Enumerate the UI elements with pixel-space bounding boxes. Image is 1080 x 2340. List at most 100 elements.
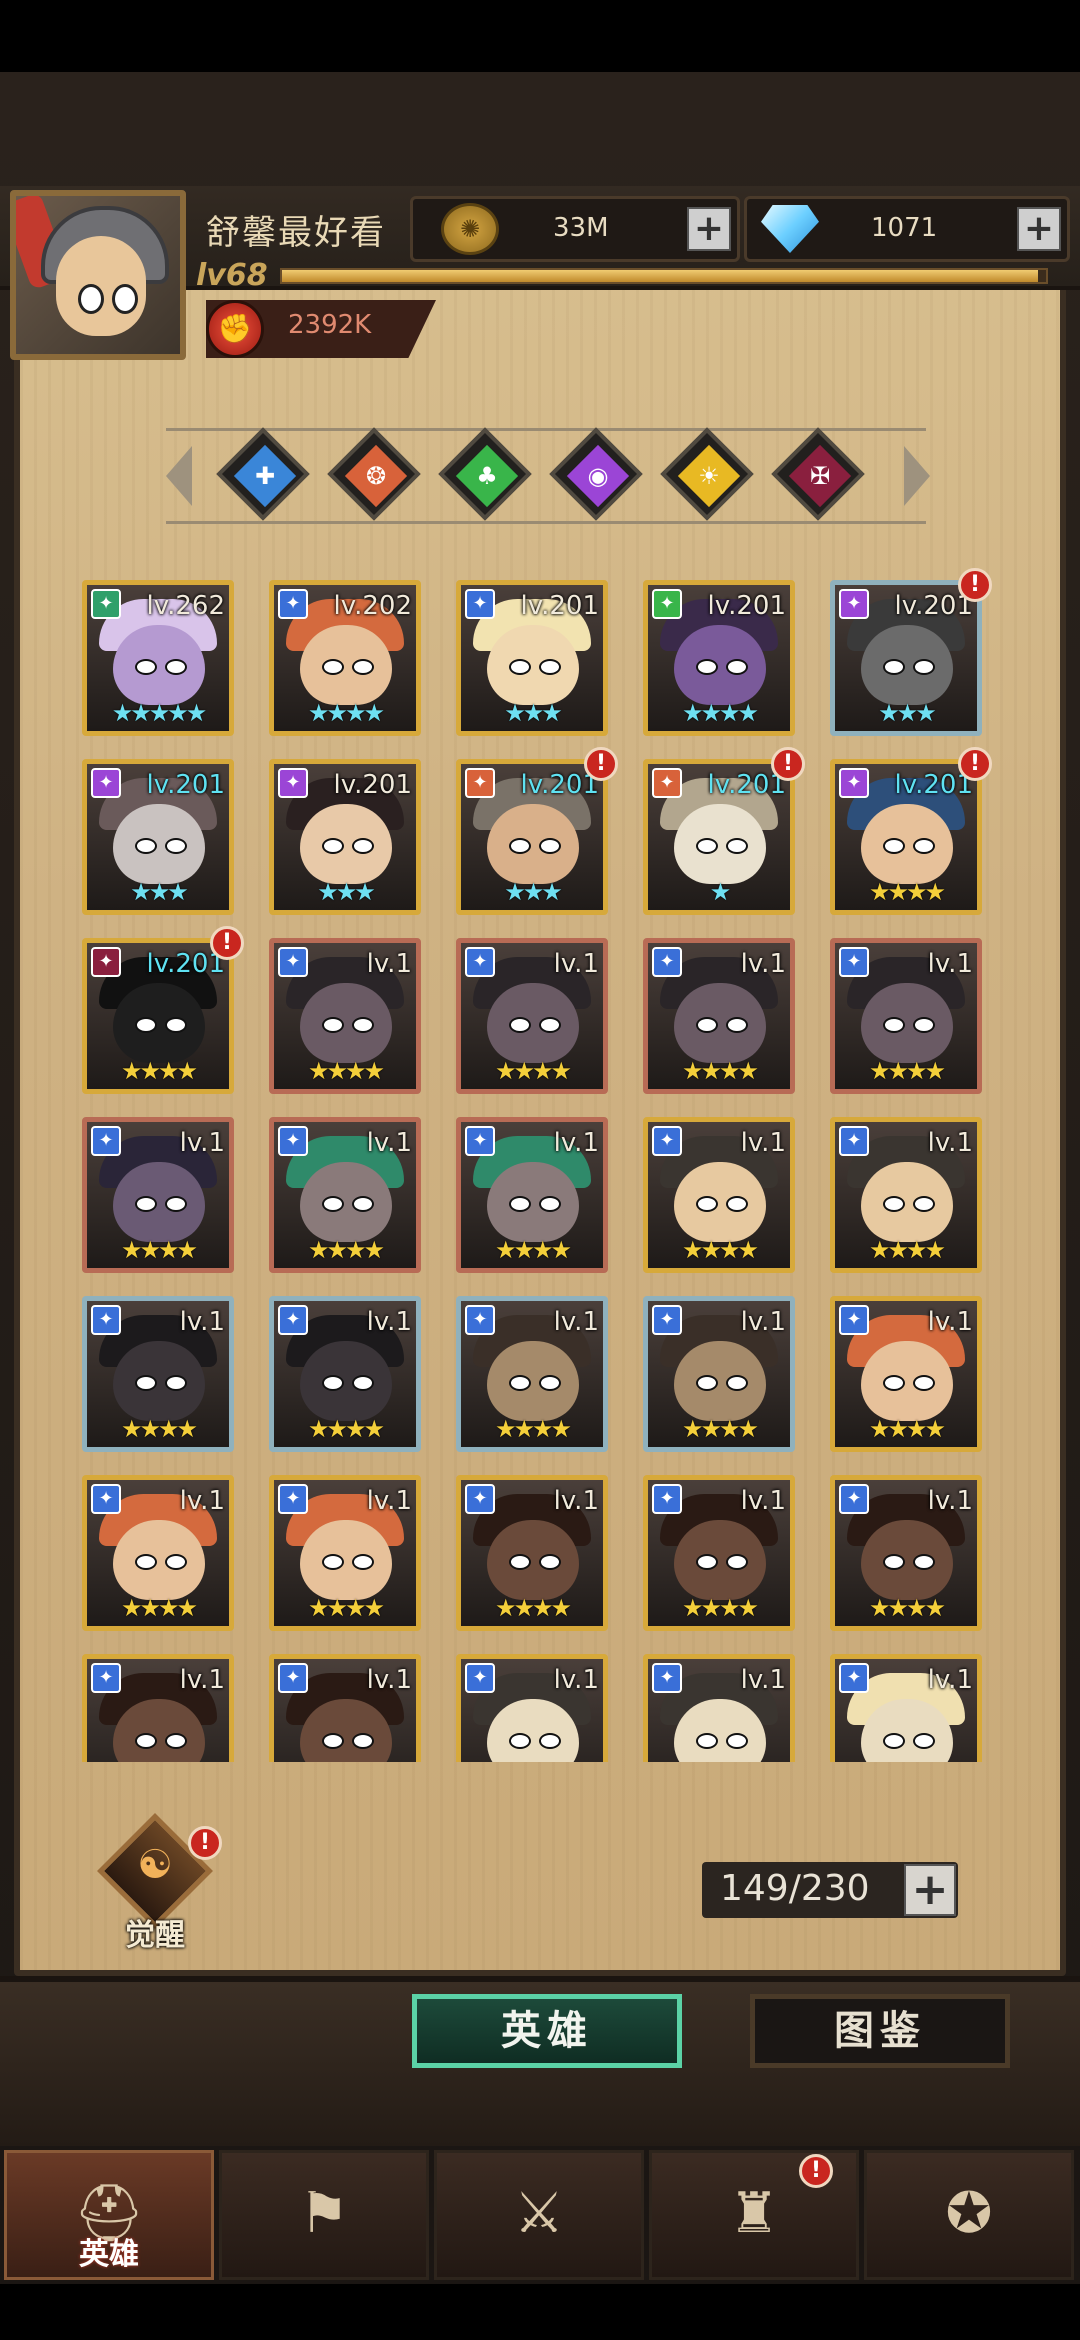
hero-card[interactable]: ✦ lv.262 ★★★★★ xyxy=(82,580,234,736)
gem-value: 1071 xyxy=(871,213,938,243)
eye-icon[interactable]: ◉ xyxy=(549,427,643,521)
hero-eye xyxy=(509,1196,531,1212)
hero-card[interactable]: ✦ lv.201 ★ xyxy=(643,759,795,915)
hero-card[interactable]: ✦lv.1★★★★ xyxy=(643,1296,795,1452)
hero-card[interactable]: ✦lv.1★★★★ xyxy=(830,1475,982,1631)
hero-card[interactable]: ✦ lv.202 ★★★★ xyxy=(269,580,421,736)
tab-helmet[interactable]: ⛑ 英雄 xyxy=(4,2150,214,2280)
hero-stars: ★★★★ xyxy=(681,1057,759,1085)
hero-stars: ★★★★ xyxy=(120,1594,198,1622)
hero-card[interactable]: ✦lv.1★★★★ xyxy=(82,1296,234,1452)
faction-symbol: ◉ xyxy=(587,462,609,490)
hero-eye xyxy=(509,1375,531,1391)
hero-face xyxy=(487,1520,579,1600)
clover-icon[interactable]: ♣ xyxy=(438,427,532,521)
hero-card[interactable]: ✦lv.1★★★★ xyxy=(830,938,982,1094)
hero-card[interactable]: ✦lv.1★★★★ xyxy=(830,1296,982,1452)
tab-guild-emblem[interactable]: ✪ xyxy=(864,2150,1074,2280)
hero-stars: ★★★★ xyxy=(868,878,946,906)
hero-eye xyxy=(135,1375,157,1391)
hero-card[interactable]: ✦lv.1★★★★ xyxy=(82,1475,234,1631)
hero-grid: ✦ lv.262 ★★★★★ ✦ lv.202 ★★★★ ✦ lv.201 ★★★ ✦ lv.201… xyxy=(82,580,998,1762)
faction-badge-icon: ✦ xyxy=(839,1305,869,1335)
hero-eye xyxy=(913,1375,935,1391)
tab-war-flag[interactable]: ⚑ xyxy=(219,2150,429,2280)
hero-eye xyxy=(135,1196,157,1212)
hero-card[interactable]: ✦lv.1★★★★ xyxy=(456,1654,608,1762)
hero-eye xyxy=(539,659,561,675)
hero-card[interactable]: ✦ lv.201 ★★★★ xyxy=(643,580,795,736)
hero-card[interactable]: ✦lv.1★★★★ xyxy=(82,1117,234,1273)
hero-face xyxy=(861,1520,953,1600)
hero-card[interactable]: ✦ lv.201 ★★★ xyxy=(456,759,608,915)
faction-badge-icon: ✦ xyxy=(652,768,682,798)
faction-badge-icon: ✦ xyxy=(465,1663,495,1693)
hero-card[interactable]: ✦lv.1★★★★ xyxy=(82,1654,234,1762)
hero-eye xyxy=(509,1017,531,1033)
hero-card[interactable]: ✦ lv.201 ★★★ xyxy=(82,759,234,915)
hero-card[interactable]: ✦ lv.201 ★★★ xyxy=(269,759,421,915)
faction-symbol: ♣ xyxy=(476,462,498,490)
hero-card[interactable]: ✦lv.1★★★★ xyxy=(269,1475,421,1631)
hero-card[interactable]: ✦lv.1★★★★ xyxy=(269,938,421,1094)
hero-card[interactable]: ✦ lv.201 ★★★ xyxy=(830,580,982,736)
add-gold-button[interactable]: + xyxy=(687,207,731,251)
hero-card[interactable]: ✦ lv.201 ★★★★ xyxy=(82,938,234,1094)
hero-eye xyxy=(726,659,748,675)
add-gems-button[interactable]: + xyxy=(1017,207,1061,251)
tab-heroes-segment[interactable]: 英雄 xyxy=(412,1994,682,2068)
hero-eye xyxy=(165,1017,187,1033)
hero-eye xyxy=(352,659,374,675)
hero-card[interactable]: ✦lv.1★★★★ xyxy=(269,1654,421,1762)
sun-icon[interactable]: ☀ xyxy=(660,427,754,521)
hero-card[interactable]: ✦lv.1★★★★ xyxy=(643,938,795,1094)
alert-badge-icon: ! xyxy=(210,926,244,960)
hero-card[interactable]: ✦lv.1★★★★ xyxy=(456,1117,608,1273)
hero-level: lv.262 xyxy=(146,591,225,621)
hero-stars: ★★★★ xyxy=(681,1415,759,1443)
tab-crossed-swords[interactable]: ⚔ xyxy=(434,2150,644,2280)
hero-eye xyxy=(165,1196,187,1212)
hero-card[interactable]: ✦ lv.201 ★★★ xyxy=(456,580,608,736)
avatar-eye xyxy=(112,284,138,314)
hero-card[interactable]: ✦ lv.201 ★★★★ xyxy=(830,759,982,915)
hero-card[interactable]: ✦lv.1★★★★ xyxy=(456,1296,608,1452)
hero-face xyxy=(113,804,205,884)
hero-eye xyxy=(696,838,718,854)
player-avatar[interactable] xyxy=(10,190,186,360)
hero-eye xyxy=(165,1554,187,1570)
tab-codex-segment[interactable]: 图鉴 xyxy=(750,1994,1010,2068)
gold-coin-icon: ✺ xyxy=(441,203,499,255)
expand-capacity-button[interactable]: + xyxy=(904,1864,956,1916)
avatar-eye xyxy=(78,284,104,314)
faction-badge-icon: ✦ xyxy=(278,589,308,619)
hero-card[interactable]: ✦lv.1★★★★ xyxy=(456,938,608,1094)
hero-card[interactable]: ✦lv.1★★★★ xyxy=(269,1117,421,1273)
hero-face xyxy=(861,804,953,884)
power-value: 2392K xyxy=(288,310,372,340)
arrow-left-icon xyxy=(166,446,192,506)
hero-face xyxy=(674,804,766,884)
hero-card[interactable]: ✦lv.1★★★★ xyxy=(269,1296,421,1452)
gear-icon[interactable]: ❂ xyxy=(327,427,421,521)
hero-card[interactable]: ✦lv.1★★★★ xyxy=(456,1475,608,1631)
hero-eye xyxy=(726,1196,748,1212)
staff-icon[interactable]: ✚ xyxy=(216,427,310,521)
gold-counter: ✺ 33M + xyxy=(410,196,740,262)
alert-badge-icon: ! xyxy=(771,747,805,781)
hero-card[interactable]: ✦lv.1★★★★ xyxy=(830,1654,982,1762)
hero-card[interactable]: ✦lv.1★★★★ xyxy=(643,1117,795,1273)
faction-symbol: ✚ xyxy=(254,462,276,490)
hero-card[interactable]: ✦lv.1★★★★ xyxy=(643,1654,795,1762)
hero-eye xyxy=(322,1375,344,1391)
hero-face xyxy=(300,804,392,884)
hero-eye xyxy=(883,1554,905,1570)
hero-level: lv.1 xyxy=(366,1307,412,1337)
hero-face xyxy=(113,1341,205,1421)
demon-icon[interactable]: ✠ xyxy=(771,427,865,521)
hero-card[interactable]: ✦lv.1★★★★ xyxy=(830,1117,982,1273)
hero-eye xyxy=(165,1733,187,1749)
castle-icon: ♜ xyxy=(728,2181,780,2246)
faction-badge-icon: ✦ xyxy=(652,1663,682,1693)
hero-card[interactable]: ✦lv.1★★★★ xyxy=(643,1475,795,1631)
